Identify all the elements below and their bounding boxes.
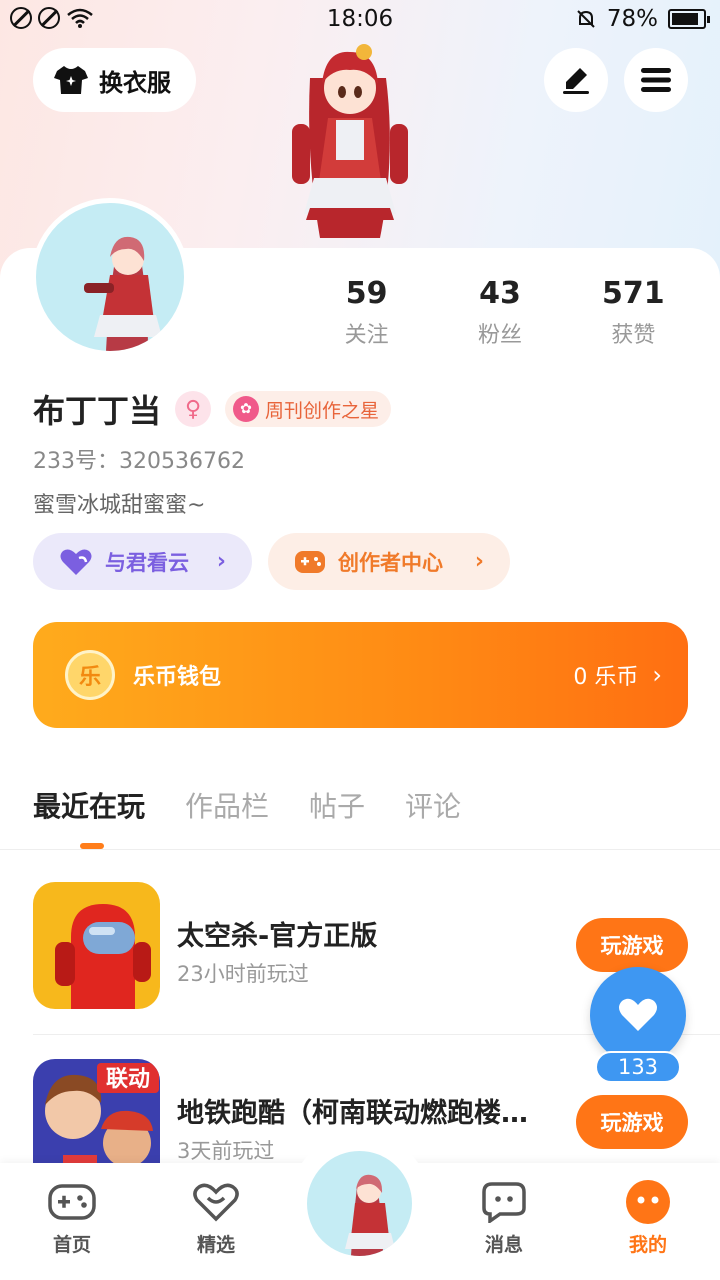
profile-avatar[interactable]: [31, 198, 189, 356]
heart-diamond-icon: [193, 1183, 239, 1222]
creator-center-button[interactable]: 创作者中心 ›: [268, 533, 510, 590]
avatar-thumbnail: [345, 1174, 395, 1256]
badge-label: 周刊创作之星: [265, 399, 380, 422]
nav-home[interactable]: 首页: [22, 1180, 122, 1257]
nickname: 布丁丁当: [33, 392, 162, 430]
chevron-right-icon: ›: [474, 549, 484, 574]
nav-me-label: 我的: [628, 1234, 667, 1256]
following-label: 关注: [344, 323, 389, 348]
pen-icon: [563, 68, 589, 94]
wallet-title: 乐币钱包: [133, 665, 222, 690]
tab-recently-played[interactable]: 最近在玩: [33, 785, 145, 825]
user-id: 233号：320536762: [33, 449, 245, 474]
game-last-played: 3天前玩过: [177, 1139, 275, 1163]
likes-label: 获赞: [611, 323, 656, 348]
status-bar: 18:06 78%: [0, 0, 720, 40]
content-tabs: 最近在玩 作品栏 帖子 评论: [33, 785, 461, 825]
game-title: 地铁跑酷（柯南联动燃跑楼…: [177, 1098, 528, 1129]
wallet-amount: 0 乐币: [573, 665, 639, 690]
creator-star-badge[interactable]: ✿ 周刊创作之星: [225, 391, 392, 427]
followers-stat[interactable]: 43 粉丝: [433, 276, 566, 349]
chevron-right-icon: ›: [652, 661, 662, 689]
nav-featured[interactable]: 精选: [166, 1180, 266, 1257]
nickname-row: 布丁丁当 ♀ ✿ 周刊创作之星: [33, 386, 392, 432]
like-button[interactable]: [590, 967, 686, 1063]
wallet-card[interactable]: 乐 乐币钱包 0 乐币 ›: [33, 622, 688, 728]
nav-messages-label: 消息: [484, 1234, 523, 1256]
mute-bell-icon: [577, 10, 595, 28]
battery-percent: 78%: [606, 6, 658, 32]
tabs-divider: [0, 849, 720, 850]
cloud-link-button[interactable]: 与君看云 ›: [33, 533, 252, 590]
nav-messages[interactable]: 消息: [454, 1180, 554, 1257]
likes-count: 571: [602, 276, 665, 311]
play-game-button[interactable]: 玩游戏: [576, 918, 688, 972]
cloud-link-label: 与君看云: [105, 550, 189, 575]
tab-works[interactable]: 作品栏: [185, 785, 269, 825]
edit-button[interactable]: [544, 48, 608, 112]
chat-bubble-icon: [482, 1182, 526, 1223]
tab-comments[interactable]: 评论: [405, 785, 461, 825]
like-count: 133: [595, 1051, 681, 1083]
nav-featured-label: 精选: [196, 1234, 235, 1256]
play-game-button[interactable]: 玩游戏: [576, 1095, 688, 1149]
likes-stat[interactable]: 571 获赞: [567, 276, 700, 349]
following-count: 59: [345, 276, 388, 311]
game-icon-among-us: [33, 882, 160, 1009]
followers-count: 43: [479, 276, 521, 311]
avatar-3d-figure[interactable]: [270, 38, 430, 250]
coin-icon: 乐: [65, 650, 115, 700]
nav-home-label: 首页: [52, 1234, 91, 1256]
battery-icon: [668, 9, 710, 29]
heart-cloud-icon: [60, 549, 92, 575]
change-outfit-button[interactable]: 换衣服: [33, 48, 196, 112]
avatar-thumbnail: [84, 236, 162, 351]
female-icon: ♀: [175, 391, 212, 427]
tab-posts[interactable]: 帖子: [309, 785, 365, 825]
user-bio: 蜜雪冰城甜蜜蜜~: [33, 493, 206, 518]
star-badge-icon: ✿: [233, 396, 260, 422]
following-stat[interactable]: 59 关注: [300, 276, 433, 349]
menu-icon: [641, 68, 671, 92]
creator-center-label: 创作者中心: [338, 550, 443, 575]
game-title: 太空杀-官方正版: [177, 921, 378, 952]
nav-avatar-center[interactable]: [303, 1147, 416, 1260]
nav-me[interactable]: 我的: [598, 1180, 698, 1257]
gamepad-icon: [295, 550, 325, 573]
menu-button[interactable]: [624, 48, 688, 112]
profile-stats: 59 关注 43 粉丝 571 获赞: [300, 276, 700, 349]
tshirt-icon: [54, 66, 88, 94]
chevron-right-icon: ›: [216, 549, 226, 574]
followers-label: 粉丝: [477, 323, 522, 348]
profile-face-icon: [626, 1180, 670, 1224]
gamepad-icon: [48, 1184, 96, 1220]
change-outfit-label: 换衣服: [99, 68, 171, 97]
game-icon-badge-text: 联动: [106, 1067, 150, 1092]
game-last-played: 23小时前玩过: [177, 962, 309, 986]
heart-icon: [619, 998, 657, 1031]
